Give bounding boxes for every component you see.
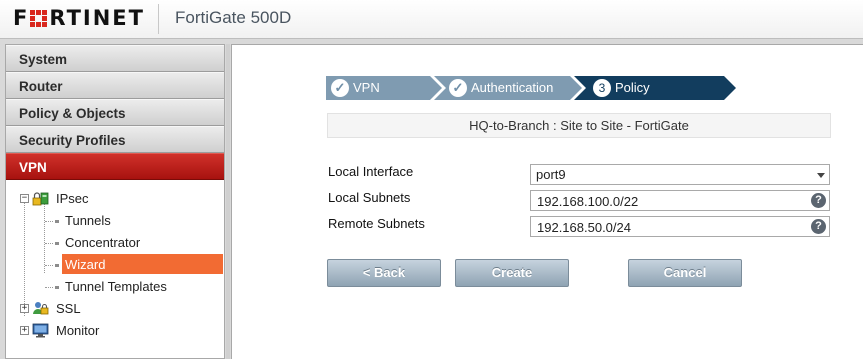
help-icon[interactable]: ? xyxy=(811,193,826,208)
header-divider xyxy=(158,4,159,34)
step-number: 3 xyxy=(593,79,611,97)
tree-item-wizard[interactable]: Wizard xyxy=(6,254,224,276)
wizard-step-policy-routing: 3 Policy & Routing xyxy=(588,76,660,143)
device-name: FortiGate 500D xyxy=(175,8,292,27)
tree-branch xyxy=(45,243,53,244)
check-icon: ✓ xyxy=(449,79,467,97)
local-interface-select[interactable]: port9 xyxy=(530,164,830,185)
sidebar: System Router Policy & Objects Security … xyxy=(5,44,225,359)
remote-subnets-label: Remote Subnets xyxy=(328,216,425,231)
help-icon[interactable]: ? xyxy=(811,219,826,234)
tree-label-ssl: SSL xyxy=(56,301,81,316)
tree-item-monitor[interactable]: + Monitor xyxy=(6,320,224,342)
tree-item-tunnels[interactable]: Tunnels xyxy=(6,210,224,232)
tree-label-wizard: Wizard xyxy=(65,257,106,272)
sidebar-splitter[interactable] xyxy=(226,44,230,359)
local-subnets-value: 192.168.100.0/22 xyxy=(537,194,639,209)
tree-label-tunnel-templates: Tunnel Templates xyxy=(65,279,167,294)
local-interface-value: port9 xyxy=(536,167,566,182)
connection-title: HQ-to-Branch : Site to Site - FortiGate xyxy=(327,113,831,138)
cancel-button[interactable]: Cancel xyxy=(628,259,742,287)
nav-section-security-profiles[interactable]: Security Profiles xyxy=(6,126,224,153)
main-panel: ✓ VPN Setup ✓ Authentication 3 Policy & … xyxy=(231,44,863,359)
remote-subnets-value: 192.168.50.0/24 xyxy=(537,220,631,235)
tree-item-ipsec[interactable]: − IPsec xyxy=(6,188,224,210)
wizard-step-authentication: ✓ Authentication xyxy=(444,76,553,100)
expand-icon[interactable]: + xyxy=(20,326,29,335)
tree-branch xyxy=(45,287,53,288)
dropdown-arrow-icon xyxy=(817,173,825,178)
local-subnets-label: Local Subnets xyxy=(328,190,411,205)
ssl-user-lock-icon xyxy=(33,302,49,315)
check-icon: ✓ xyxy=(331,79,349,97)
leaf-bullet-icon xyxy=(55,286,59,289)
fortinet-logo: F RTINET xyxy=(13,6,145,30)
back-button[interactable]: < Back xyxy=(327,259,441,287)
tree-item-ssl[interactable]: + SSL xyxy=(6,298,224,320)
monitor-icon xyxy=(32,323,49,338)
tree-branch xyxy=(45,221,53,222)
tree-label-concentrator: Concentrator xyxy=(65,235,141,250)
nav-section-vpn[interactable]: VPN xyxy=(6,153,224,180)
tree-branch xyxy=(45,265,53,266)
tree-label-ipsec: IPsec xyxy=(56,191,89,206)
nav-section-system[interactable]: System xyxy=(6,45,224,72)
wizard-step-label: Authentication xyxy=(471,80,554,95)
leaf-bullet-icon xyxy=(55,242,59,245)
ipsec-lock-icon xyxy=(32,192,49,206)
tree-item-tunnel-templates[interactable]: Tunnel Templates xyxy=(6,276,224,298)
remote-subnets-input[interactable]: 192.168.50.0/24 ? xyxy=(530,216,830,237)
nav-section-router[interactable]: Router xyxy=(6,72,224,99)
collapse-icon[interactable]: − xyxy=(20,194,29,203)
tree-label-monitor: Monitor xyxy=(56,323,100,338)
leaf-bullet-icon xyxy=(55,220,59,223)
tree-item-concentrator[interactable]: Concentrator xyxy=(6,232,224,254)
local-interface-label: Local Interface xyxy=(328,164,414,179)
expand-icon[interactable]: + xyxy=(20,304,29,313)
top-header: F RTINET FortiGate 500D xyxy=(0,0,863,39)
nav-section-policy-objects[interactable]: Policy & Objects xyxy=(6,99,224,126)
logo-mark-icon xyxy=(30,9,48,27)
logo-text-right: RTINET xyxy=(49,6,145,30)
tree-label-tunnels: Tunnels xyxy=(65,213,111,228)
leaf-bullet-icon xyxy=(55,264,59,267)
vpn-tree: − IPsec Tunnels Concentrator Wizard Tunn… xyxy=(6,180,224,342)
create-button[interactable]: Create xyxy=(455,259,569,287)
wizard-step-vpn-setup: ✓ VPN Setup xyxy=(326,76,387,119)
logo-text-left: F xyxy=(13,6,30,30)
local-subnets-input[interactable]: 192.168.100.0/22 ? xyxy=(530,190,830,211)
